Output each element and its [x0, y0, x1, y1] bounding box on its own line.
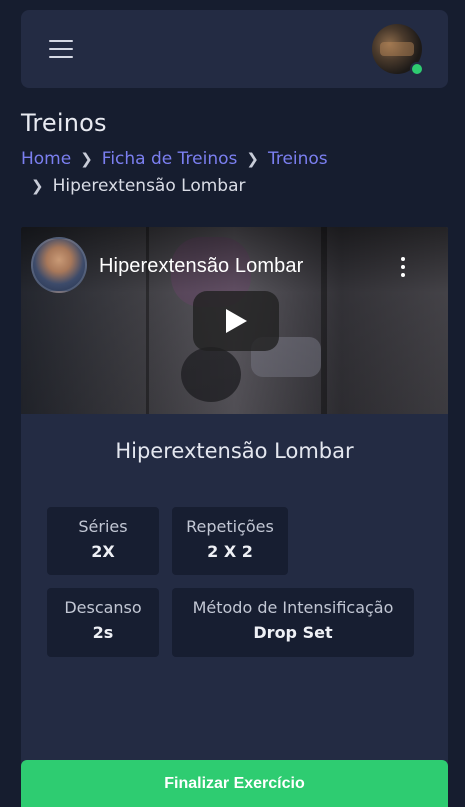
stat-rest: Descanso 2s	[47, 588, 159, 657]
stat-intensification-method: Método de Intensificação Drop Set	[172, 588, 414, 657]
online-status-dot	[410, 62, 424, 76]
top-bar	[21, 10, 448, 88]
breadcrumb-treinos[interactable]: Treinos	[268, 149, 328, 169]
play-icon	[226, 309, 247, 333]
video-title[interactable]: Hiperextensão Lombar	[99, 255, 303, 278]
breadcrumb-ficha-de-treinos[interactable]: Ficha de Treinos	[102, 149, 238, 169]
stat-label: Repetições	[186, 517, 274, 536]
chevron-right-icon: ❯	[246, 150, 259, 168]
stat-value: 2s	[92, 623, 114, 642]
stat-label: Séries	[78, 517, 128, 536]
exercise-name: Hiperextensão Lombar	[115, 439, 354, 463]
hamburger-menu-icon[interactable]	[49, 40, 73, 58]
exercise-card: Hiperextensão Lombar Hiperextensão Lomba…	[21, 227, 448, 807]
page-title: Treinos	[21, 109, 107, 137]
stat-value: Drop Set	[253, 623, 333, 642]
stat-value: 2X	[91, 542, 115, 561]
stat-label: Descanso	[64, 598, 142, 617]
channel-avatar[interactable]	[31, 237, 87, 293]
finish-exercise-button[interactable]: Finalizar Exercício	[21, 760, 448, 807]
breadcrumb-home[interactable]: Home	[21, 149, 71, 169]
stat-repetitions: Repetições 2 X 2	[172, 507, 288, 575]
chevron-right-icon: ❯	[31, 177, 44, 195]
video-player[interactable]: Hiperextensão Lombar	[21, 227, 448, 414]
stat-series: Séries 2X	[47, 507, 159, 575]
stat-label: Método de Intensificação	[192, 598, 394, 617]
user-avatar-button[interactable]	[372, 24, 424, 76]
more-vertical-icon[interactable]	[397, 257, 409, 279]
stat-value: 2 X 2	[207, 542, 253, 561]
breadcrumb: Home ❯ Ficha de Treinos ❯ Treinos ❯ Hiperexte…	[21, 146, 441, 200]
breadcrumb-current: Hiperextensão Lombar	[52, 176, 246, 196]
chevron-right-icon: ❯	[80, 150, 93, 168]
play-button[interactable]	[193, 291, 279, 351]
